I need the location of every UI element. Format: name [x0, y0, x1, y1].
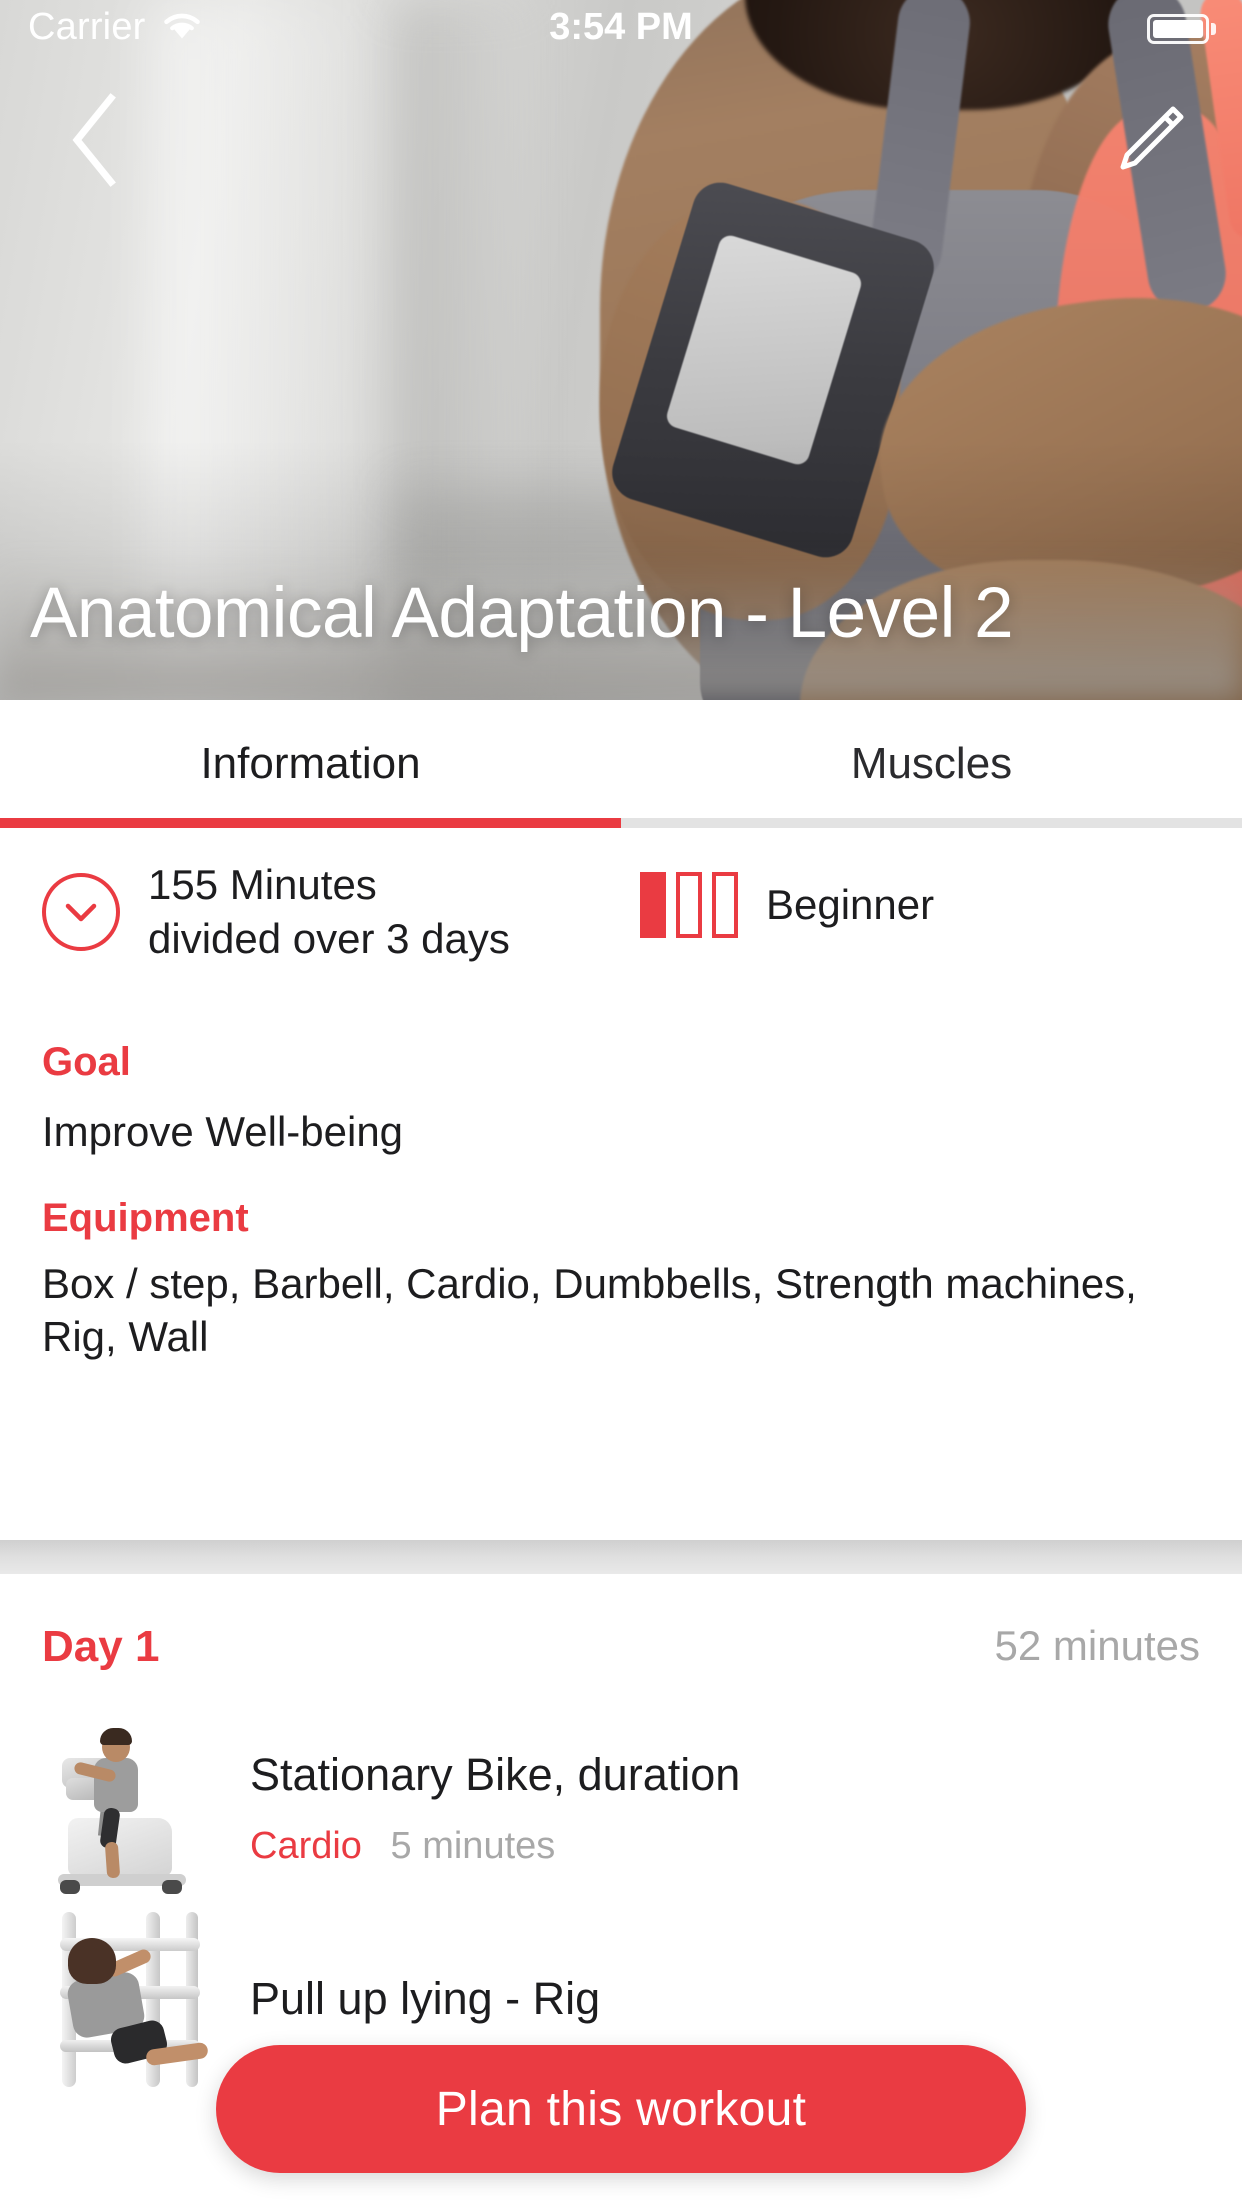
back-button[interactable] — [34, 82, 154, 202]
exercise-meta: Cardio 5 minutes — [250, 1825, 740, 1868]
exercise-duration: 5 minutes — [390, 1825, 556, 1868]
tab-divider — [0, 818, 1242, 828]
exercise-list-item[interactable]: Stationary Bike, duration Cardio 5 minut… — [0, 1714, 1242, 1904]
clock-label: 3:54 PM — [549, 6, 693, 48]
hero-nav-bar — [0, 72, 1242, 212]
chevron-left-icon — [63, 90, 125, 195]
pull-up-lying-rig-thumbnail — [50, 1911, 220, 2087]
goal-value: Improve Well-being — [42, 1108, 404, 1155]
plan-workout-button[interactable]: Plan this workout — [216, 2045, 1026, 2173]
meta-row: 155 Minutes divided over 3 days Beginner — [0, 858, 1242, 988]
duration-text: 155 Minutes divided over 3 days — [148, 858, 510, 966]
exercise-info: Pull up lying - Rig — [250, 1974, 600, 2024]
day-heading: Day 1 — [42, 1622, 160, 1671]
difficulty-label: Beginner — [766, 881, 935, 928]
status-bar: Carrier 3:54 PM — [0, 0, 1242, 60]
exercise-name: Stationary Bike, duration — [250, 1748, 741, 1800]
difficulty-bars-icon — [640, 872, 738, 938]
difficulty-bar-1 — [640, 872, 666, 938]
tab-active-indicator — [0, 818, 621, 828]
difficulty-summary: Beginner — [640, 872, 934, 938]
plan-workout-label: Plan this workout — [435, 2082, 807, 2136]
equipment-value: Box / step, Barbell, Cardio, Dumbbells, … — [42, 1260, 1137, 1360]
duration-summary: 155 Minutes divided over 3 days — [42, 858, 510, 966]
app-screen: Carrier 3:54 PM Anatomical Adaptation - … — [0, 0, 1242, 2208]
chevron-down-circle-icon — [42, 872, 120, 951]
edit-button[interactable] — [1088, 82, 1208, 202]
duration-line-2: divided over 3 days — [148, 914, 510, 962]
hero-header: Carrier 3:54 PM Anatomical Adaptation - … — [0, 0, 1242, 700]
section-separator — [0, 1540, 1242, 1574]
battery-icon — [1147, 14, 1216, 44]
difficulty-bar-3 — [712, 872, 738, 938]
equipment-heading: Equipment — [42, 1196, 249, 1240]
day-duration: 52 minutes — [994, 1622, 1200, 1669]
exercise-info: Stationary Bike, duration Cardio 5 minut… — [250, 1750, 740, 1869]
tab-muscles[interactable]: Muscles — [621, 700, 1242, 828]
workout-title: Anatomical Adaptation - Level 2 — [30, 574, 1014, 654]
exercise-name: Pull up lying - Rig — [250, 1973, 601, 2025]
pencil-icon — [1105, 97, 1191, 188]
information-panel: 155 Minutes divided over 3 days Beginner… — [0, 828, 1242, 1540]
tab-bar: Information Muscles — [0, 700, 1242, 828]
tab-information[interactable]: Information — [0, 700, 621, 828]
stationary-bike-thumbnail — [50, 1722, 220, 1897]
exercise-category: Cardio — [250, 1825, 362, 1868]
duration-line-1: 155 Minutes — [148, 861, 377, 908]
goal-heading: Goal — [42, 1040, 131, 1084]
difficulty-bar-2 — [676, 872, 702, 938]
